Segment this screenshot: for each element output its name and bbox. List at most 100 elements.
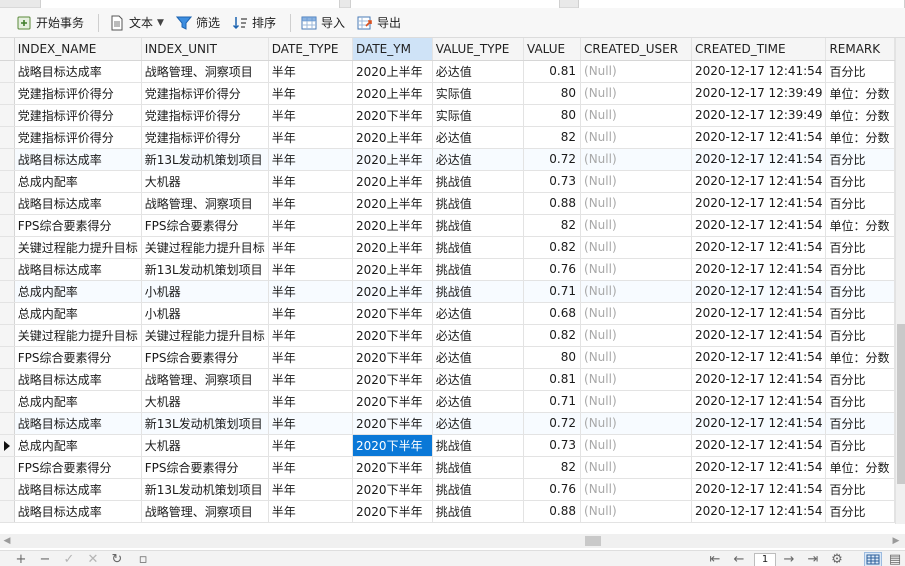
- row-header[interactable]: [0, 324, 15, 347]
- row-header[interactable]: [0, 148, 15, 171]
- cell-created-user[interactable]: (Null): [580, 346, 692, 369]
- import-button[interactable]: 导入: [297, 12, 349, 34]
- grid-view-toggle[interactable]: [864, 552, 882, 566]
- scroll-right-icon[interactable]: ▶: [891, 536, 901, 546]
- cell-date-type[interactable]: 半年: [268, 478, 354, 501]
- table-row[interactable]: 战略目标达成率 战略管理、洞察项目 半年 2020上半年 挑战值 0.88 (Null) 20…: [0, 192, 895, 215]
- cell-index-unit[interactable]: FPS综合要素得分: [141, 346, 269, 369]
- cell-date-ym[interactable]: 2020上半年: [352, 258, 433, 281]
- cell-value-type[interactable]: 必达值: [432, 346, 525, 369]
- cell-index-unit[interactable]: 大机器: [141, 390, 269, 413]
- previous-page-icon[interactable]: ←: [732, 553, 746, 566]
- form-view-icon[interactable]: ▤: [888, 553, 902, 566]
- table-row[interactable]: 党建指标评价得分 党建指标评价得分 半年 2020上半年 实际值 80 (Null) 2020…: [0, 82, 895, 105]
- cell-index-unit[interactable]: FPS综合要素得分: [141, 456, 269, 479]
- column-header-date-type[interactable]: DATE_TYPE: [268, 38, 354, 61]
- cell-index-unit[interactable]: 党建指标评价得分: [141, 82, 269, 105]
- cell-index-unit[interactable]: 新13L发动机策划项目: [141, 258, 269, 281]
- cell-value[interactable]: 80: [523, 346, 582, 369]
- cell-index-name[interactable]: 总成内配率: [14, 170, 142, 193]
- cell-date-ym[interactable]: 2020上半年: [352, 192, 433, 215]
- horizontal-scroll-thumb[interactable]: [585, 536, 601, 546]
- discard-changes-icon[interactable]: ✕: [86, 553, 100, 566]
- cell-created-user[interactable]: (Null): [580, 236, 692, 259]
- cell-date-type[interactable]: 半年: [268, 368, 354, 391]
- table-row[interactable]: 总成内配率 小机器 半年 2020上半年 挑战值 0.71 (Null) 2020-12-17…: [0, 280, 895, 303]
- cell-created-time[interactable]: 2020-12-17 12:41:54: [691, 148, 827, 171]
- table-row[interactable]: 总成内配率 大机器 半年 2020下半年 挑战值 0.73 (Null) 2020-12-17…: [0, 434, 895, 457]
- cell-created-user[interactable]: (Null): [580, 434, 692, 457]
- cell-value[interactable]: 0.73: [523, 434, 582, 457]
- chevron-down-icon[interactable]: ▼: [157, 18, 164, 28]
- column-header-created-user[interactable]: CREATED_USER: [580, 38, 692, 61]
- cell-remark[interactable]: 百分比: [825, 324, 895, 347]
- cell-index-unit[interactable]: 新13L发动机策划项目: [141, 412, 269, 435]
- cell-remark[interactable]: 百分比: [825, 258, 895, 281]
- table-row[interactable]: 战略目标达成率 新13L发动机策划项目 半年 2020上半年 挑战值 0.76 (Null)…: [0, 258, 895, 281]
- cell-date-type[interactable]: 半年: [268, 346, 354, 369]
- row-header[interactable]: [0, 60, 15, 83]
- cell-index-name[interactable]: 战略目标达成率: [14, 60, 142, 83]
- cell-created-time[interactable]: 2020-12-17 12:41:54: [691, 434, 827, 457]
- cell-date-type[interactable]: 半年: [268, 60, 354, 83]
- cell-value[interactable]: 82: [523, 214, 582, 237]
- table-row[interactable]: 战略目标达成率 战略管理、洞察项目 半年 2020下半年 必达值 0.81 (Null) 20…: [0, 368, 895, 391]
- cell-value-type[interactable]: 必达值: [432, 368, 525, 391]
- cell-created-time[interactable]: 2020-12-17 12:41:54: [691, 456, 827, 479]
- last-page-icon[interactable]: ⇥: [806, 553, 820, 566]
- cell-index-unit[interactable]: 关键过程能力提升目标: [141, 236, 269, 259]
- cell-index-unit[interactable]: 战略管理、洞察项目: [141, 500, 269, 523]
- add-record-icon[interactable]: +: [14, 553, 28, 566]
- cell-date-type[interactable]: 半年: [268, 214, 354, 237]
- begin-transaction-button[interactable]: 开始事务: [12, 12, 88, 34]
- cell-remark[interactable]: 单位：分数: [825, 104, 895, 127]
- table-row[interactable]: 战略目标达成率 战略管理、洞察项目 半年 2020下半年 挑战值 0.88 (Null) 20…: [0, 500, 895, 523]
- cell-remark[interactable]: 单位：分数: [825, 214, 895, 237]
- cell-created-user[interactable]: (Null): [580, 324, 692, 347]
- delete-record-icon[interactable]: −: [38, 553, 52, 566]
- cell-remark[interactable]: 百分比: [825, 170, 895, 193]
- table-row[interactable]: 战略目标达成率 新13L发动机策划项目 半年 2020下半年 必达值 0.72 (Null)…: [0, 412, 895, 435]
- cell-index-unit[interactable]: FPS综合要素得分: [141, 214, 269, 237]
- cell-value[interactable]: 80: [523, 104, 582, 127]
- cell-date-ym[interactable]: 2020上半年: [352, 170, 433, 193]
- cell-date-ym[interactable]: 2020下半年: [352, 346, 433, 369]
- apply-changes-icon[interactable]: ✓: [62, 553, 76, 566]
- vertical-scrollbar[interactable]: [895, 38, 905, 524]
- table-row[interactable]: FPS综合要素得分 FPS综合要素得分 半年 2020上半年 挑战值 82 (Null) 20…: [0, 214, 895, 237]
- cell-value-type[interactable]: 必达值: [432, 148, 525, 171]
- cell-value[interactable]: 0.81: [523, 368, 582, 391]
- cell-index-name[interactable]: 战略目标达成率: [14, 368, 142, 391]
- tab-active[interactable]: [350, 0, 560, 8]
- cell-remark[interactable]: 单位：分数: [825, 456, 895, 479]
- column-header-value-type[interactable]: VALUE_TYPE: [432, 38, 525, 61]
- cell-created-user[interactable]: (Null): [580, 192, 692, 215]
- cell-value[interactable]: 0.71: [523, 390, 582, 413]
- table-row[interactable]: 战略目标达成率 新13L发动机策划项目 半年 2020上半年 必达值 0.72 (Null)…: [0, 148, 895, 171]
- cell-date-ym[interactable]: 2020上半年: [352, 280, 433, 303]
- first-page-icon[interactable]: ⇤: [708, 553, 722, 566]
- cell-date-type[interactable]: 半年: [268, 500, 354, 523]
- cell-remark[interactable]: 单位：分数: [825, 346, 895, 369]
- page-number-input[interactable]: 1: [754, 553, 776, 566]
- cell-index-name[interactable]: 党建指标评价得分: [14, 82, 142, 105]
- table-row[interactable]: FPS综合要素得分 FPS综合要素得分 半年 2020下半年 挑战值 82 (Null) 20…: [0, 456, 895, 479]
- cell-date-type[interactable]: 半年: [268, 258, 354, 281]
- cell-value[interactable]: 80: [523, 82, 582, 105]
- cell-index-unit[interactable]: 战略管理、洞察项目: [141, 60, 269, 83]
- table-row[interactable]: 关键过程能力提升目标 关键过程能力提升目标 半年 2020上半年 挑战值 0.82 (Nul…: [0, 236, 895, 259]
- row-header[interactable]: [0, 456, 15, 479]
- row-header[interactable]: [0, 126, 15, 149]
- tab-previous[interactable]: [40, 0, 340, 8]
- column-header-created-time[interactable]: CREATED_TIME: [691, 38, 827, 61]
- row-header-corner[interactable]: [0, 38, 15, 61]
- cell-remark[interactable]: 百分比: [825, 390, 895, 413]
- table-row[interactable]: 总成内配率 大机器 半年 2020上半年 挑战值 0.73 (Null) 2020-12-17…: [0, 170, 895, 193]
- cell-value[interactable]: 82: [523, 456, 582, 479]
- cell-remark[interactable]: 百分比: [825, 412, 895, 435]
- cell-remark[interactable]: 百分比: [825, 148, 895, 171]
- cell-remark[interactable]: 百分比: [825, 236, 895, 259]
- cell-date-ym[interactable]: 2020下半年: [352, 478, 433, 501]
- cell-date-ym[interactable]: 2020下半年: [352, 104, 433, 127]
- horizontal-scrollbar[interactable]: ◀ ▶: [0, 534, 905, 548]
